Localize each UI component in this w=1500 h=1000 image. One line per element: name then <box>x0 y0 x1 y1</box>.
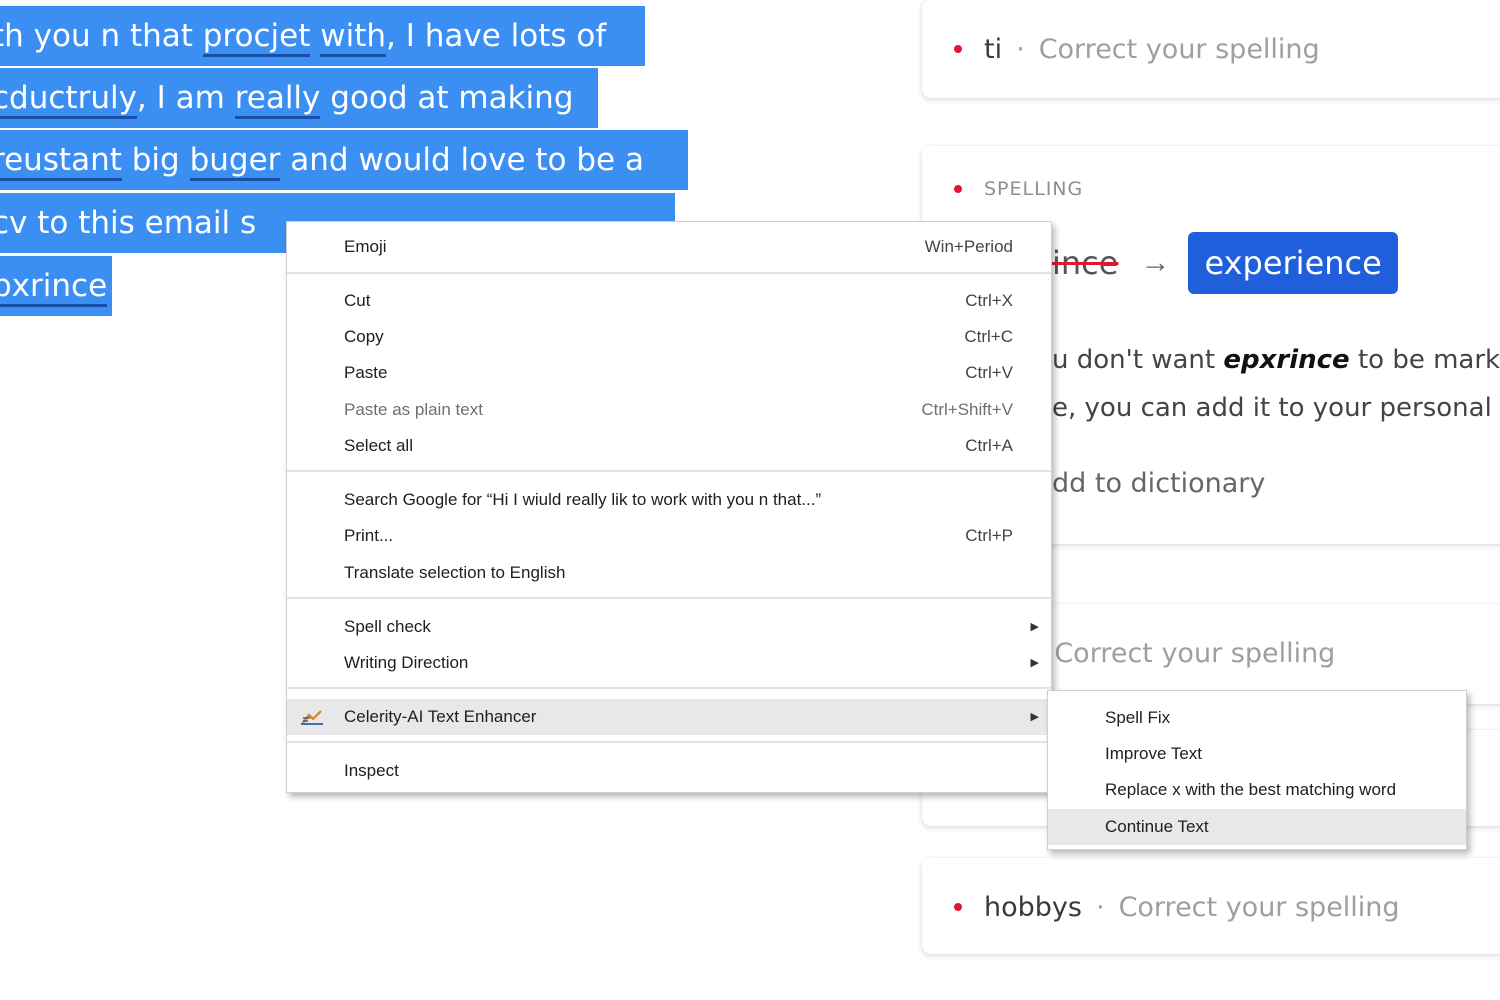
menu-divider <box>287 272 1051 274</box>
menu-item-label: Cut <box>344 291 371 310</box>
text-run <box>310 18 320 54</box>
menu-item-label: Emoji <box>344 237 387 256</box>
menu-divider <box>287 741 1051 743</box>
suggestion-card-hobbys[interactable]: hobbys · Correct your spelling <box>922 858 1500 954</box>
error-dot-icon <box>954 45 962 53</box>
error-dot-icon <box>954 903 962 911</box>
menu-item-label: Select all <box>344 436 413 455</box>
menu-item-paste[interactable]: Paste Ctrl+V <box>287 355 1051 391</box>
menu-item-shortcut: Ctrl+Shift+V <box>921 400 1013 419</box>
suggestion-word: hobbys <box>984 891 1082 923</box>
menu-item-shortcut: Win+Period <box>924 237 1013 256</box>
text-run: , I have lots of <box>386 18 607 54</box>
category-label: SPELLING <box>984 178 1084 200</box>
menu-item-copy[interactable]: Copy Ctrl+C <box>287 319 1051 355</box>
menu-item-spell-check[interactable]: Spell check ▶ <box>287 609 1051 645</box>
explain-text: u don't want <box>1052 345 1224 375</box>
context-menu: Emoji Win+Period Cut Ctrl+X Copy Ctrl+C … <box>286 221 1052 793</box>
extension-submenu: Spell Fix Improve Text Replace x with th… <box>1047 690 1467 850</box>
misspelled-word[interactable]: pxrince <box>0 268 108 307</box>
selected-text-line[interactable]: cductruly, I am really good at making <box>0 68 598 128</box>
chevron-right-icon: ▶ <box>1030 657 1039 669</box>
menu-item-translate[interactable]: Translate selection to English <box>287 555 1051 591</box>
text-run: th you n that <box>0 18 203 54</box>
suggestion-explanation: u don't want epxrince to be marked e, yo… <box>1052 336 1500 432</box>
menu-item-label: Translate selection to English <box>344 563 566 582</box>
menu-divider <box>287 687 1051 689</box>
misspelled-word[interactable]: reustant <box>0 142 122 181</box>
submenu-item-continue-text[interactable]: Continue Text <box>1048 809 1466 845</box>
explain-word: epxrince <box>1223 345 1350 375</box>
original-word: ince <box>1052 244 1119 282</box>
chevron-right-icon: ▶ <box>1030 621 1039 633</box>
menu-item-label: Replace x with the best matching word <box>1105 780 1397 799</box>
misspelled-word[interactable]: cductruly <box>0 80 137 119</box>
menu-item-label: Print... <box>344 526 394 545</box>
menu-item-label: Paste <box>344 363 388 382</box>
arrow-right-icon: → <box>1140 246 1171 279</box>
menu-item-inspect[interactable]: Inspect <box>287 753 1051 789</box>
menu-item-label: Writing Direction <box>344 653 469 672</box>
menu-item-writing-direction[interactable]: Writing Direction ▶ <box>287 645 1051 681</box>
separator: · <box>1095 891 1105 923</box>
menu-item-search-google[interactable]: Search Google for “Hi I wiuld really lik… <box>287 482 1051 518</box>
suggestion-hint: Correct your spelling <box>1038 33 1320 65</box>
misspelled-word[interactable]: really <box>234 80 321 119</box>
text-run: cv to this email s <box>0 205 257 241</box>
suggestion-card-ti[interactable]: ti · Correct your spelling <box>922 0 1500 98</box>
menu-item-emoji[interactable]: Emoji Win+Period <box>287 229 1051 265</box>
explain-text: e, you can add it to your personal d <box>1052 393 1500 423</box>
chevron-right-icon: ▶ <box>1030 711 1039 723</box>
menu-item-cut[interactable]: Cut Ctrl+X <box>287 283 1051 319</box>
misspelled-word[interactable]: with <box>320 18 387 57</box>
menu-item-label: Paste as plain text <box>344 400 483 419</box>
accept-suggestion-button[interactable]: experience <box>1188 232 1398 294</box>
menu-item-shortcut: Ctrl+X <box>965 291 1013 310</box>
error-dot-icon <box>954 185 962 193</box>
menu-item-label: Spell check <box>344 617 431 636</box>
text-run: and would love to be a <box>280 142 644 178</box>
menu-item-print[interactable]: Print... Ctrl+P <box>287 518 1051 554</box>
menu-divider <box>287 597 1051 599</box>
suggestion-hint: Correct your spelling <box>1118 891 1400 923</box>
menu-item-label: Continue Text <box>1105 817 1209 836</box>
suggestion-hint: Correct your spelling <box>1054 637 1336 669</box>
menu-item-celerity-extension[interactable]: Celerity-AI Text Enhancer ▶ <box>287 699 1051 735</box>
submenu-item-improve-text[interactable]: Improve Text <box>1048 736 1466 772</box>
menu-item-label: Search Google for “Hi I wiuld really lik… <box>344 490 822 509</box>
text-run: , I am <box>136 80 235 116</box>
text-run: good at making <box>320 80 574 116</box>
menu-item-label: Improve Text <box>1105 744 1203 763</box>
selected-text-line[interactable]: pxrince <box>0 256 112 316</box>
misspelled-word[interactable]: procjet <box>202 18 311 57</box>
add-to-dictionary-button[interactable]: dd to dictionary <box>1052 468 1265 499</box>
menu-item-label: Celerity-AI Text Enhancer <box>344 707 537 726</box>
extension-logo-icon <box>301 710 323 725</box>
menu-item-select-all[interactable]: Select all Ctrl+A <box>287 428 1051 464</box>
menu-item-label: Copy <box>344 327 384 346</box>
menu-item-shortcut: Ctrl+C <box>964 327 1013 346</box>
suggestion-word: ti <box>984 33 1003 65</box>
menu-item-shortcut: Ctrl+P <box>965 526 1013 545</box>
submenu-item-replace-x[interactable]: Replace x with the best matching word <box>1048 772 1466 808</box>
misspelled-word[interactable]: buger <box>189 142 281 181</box>
submenu-item-spell-fix[interactable]: Spell Fix <box>1048 700 1466 736</box>
selected-text-line[interactable]: reustant big buger and would love to be … <box>0 130 688 190</box>
menu-item-label: Inspect <box>344 761 399 780</box>
separator: · <box>1016 33 1025 65</box>
menu-divider <box>287 470 1051 472</box>
menu-item-label: Spell Fix <box>1105 708 1171 727</box>
selected-text-line[interactable]: th you n that procjet with, I have lots … <box>0 6 645 66</box>
menu-item-shortcut: Ctrl+A <box>965 436 1013 455</box>
menu-item-shortcut: Ctrl+V <box>965 363 1013 382</box>
explain-text: to be marked <box>1357 345 1500 375</box>
text-run: big <box>121 142 190 178</box>
menu-item-paste-plain-text[interactable]: Paste as plain text Ctrl+Shift+V <box>287 392 1051 428</box>
